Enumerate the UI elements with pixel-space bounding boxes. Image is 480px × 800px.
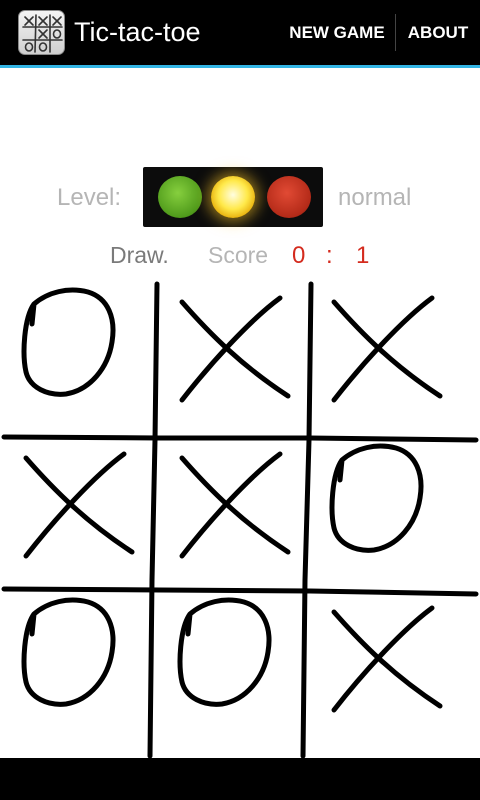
board-cell-o[interactable] xyxy=(312,440,462,590)
action-bar-divider xyxy=(395,14,396,51)
board-cell-x[interactable] xyxy=(160,284,310,434)
board-cell-x[interactable] xyxy=(160,440,310,590)
board-cell-o[interactable] xyxy=(4,594,154,744)
yellow-lamp-icon xyxy=(211,176,255,218)
o-mark-icon xyxy=(21,597,116,707)
screen: Tic-tac-toe NEW GAME ABOUT Level: normal… xyxy=(0,0,480,800)
game-board xyxy=(0,280,480,758)
score-opponent: 1 xyxy=(356,242,370,269)
tic-tac-toe-app-icon xyxy=(18,10,65,55)
app-title: Tic-tac-toe xyxy=(74,17,201,47)
about-button[interactable]: ABOUT xyxy=(398,0,478,65)
board-cell-x[interactable] xyxy=(312,284,462,434)
board-cell-x[interactable] xyxy=(4,440,154,590)
score-player: 0 xyxy=(292,242,306,269)
o-mark-icon xyxy=(21,287,116,397)
score-separator: : xyxy=(326,242,333,269)
game-status: Draw. xyxy=(110,242,169,268)
board-cell-o[interactable] xyxy=(160,594,310,744)
board-cell-x[interactable] xyxy=(312,594,462,744)
level-value: normal xyxy=(338,184,412,211)
action-bar: Tic-tac-toe NEW GAME ABOUT xyxy=(0,0,480,65)
level-label: Level: xyxy=(57,184,122,211)
new-game-button[interactable]: NEW GAME xyxy=(280,0,394,65)
red-lamp-icon xyxy=(267,176,311,218)
traffic-light-icon[interactable] xyxy=(143,167,323,227)
action-bar-accent-line xyxy=(0,65,480,68)
green-lamp-icon xyxy=(158,176,202,218)
board-cell-o[interactable] xyxy=(4,284,154,434)
o-mark-icon xyxy=(329,443,424,553)
system-navigation-bar xyxy=(0,758,480,800)
o-mark-icon xyxy=(177,597,272,707)
score-label: Score xyxy=(208,242,269,268)
